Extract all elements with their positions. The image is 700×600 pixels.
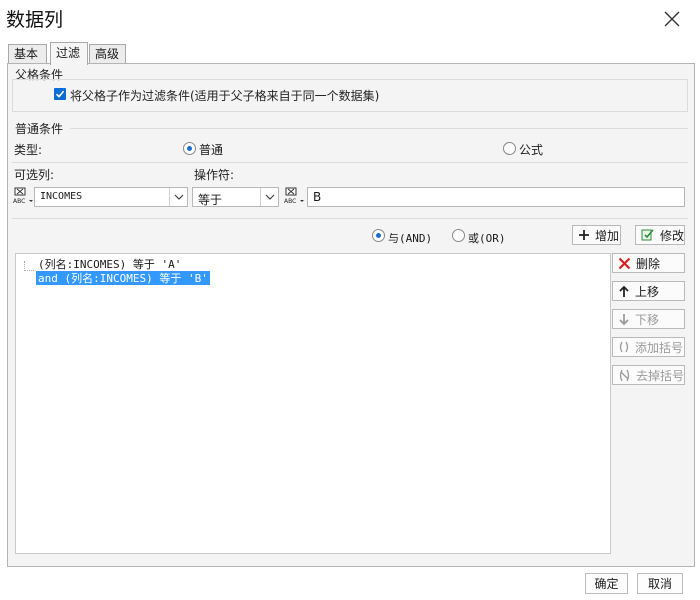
type-radio-normal-label: 普通 (199, 143, 224, 157)
delete-button-label: 删除 (636, 256, 661, 271)
modify-button-label: 修改 (660, 228, 685, 243)
remove-bracket-button[interactable]: 去掉括号 (612, 365, 685, 385)
window-title: 数据列 (6, 9, 64, 31)
plus-icon (579, 230, 589, 240)
type-radio-normal[interactable] (183, 142, 196, 155)
close-icon (664, 11, 680, 27)
type-label: 类型: (14, 143, 43, 157)
add-button[interactable]: 增加 (572, 225, 621, 245)
svg-text:ABC: ABC (13, 198, 25, 205)
operator-select-value: 等于 (198, 193, 223, 207)
normal-condition-heading: 普通条件 (15, 122, 64, 136)
list-item[interactable]: (列名:INCOMES) 等于 'A' (36, 257, 183, 271)
operator-select[interactable]: 等于 (192, 187, 279, 207)
modify-button[interactable]: 修改 (635, 225, 685, 245)
column-select[interactable]: INCOMES (34, 187, 188, 207)
logic-radio-and[interactable] (372, 229, 385, 242)
checkmark-icon (55, 90, 65, 98)
move-up-button[interactable]: 上移 (612, 281, 685, 301)
move-down-button-label: 下移 (635, 312, 660, 327)
chevron-down-icon (260, 188, 278, 206)
title-bar: 数据列 (0, 0, 700, 38)
remove-parentheses-icon (619, 369, 630, 381)
column-type-icon[interactable]: ABC (12, 186, 34, 206)
logic-radio-or-label: 或(OR) (468, 232, 506, 245)
ok-button[interactable]: 确定 (585, 573, 628, 594)
arrow-up-icon (619, 285, 629, 297)
type-divider (12, 162, 688, 163)
add-button-label: 增加 (595, 228, 620, 243)
list-item[interactable]: and (列名:INCOMES) 等于 'B' (36, 271, 210, 285)
svg-text:ABC: ABC (284, 198, 296, 205)
tree-guide (24, 261, 34, 271)
move-down-button[interactable]: 下移 (612, 309, 685, 329)
add-bracket-button-label: 添加括号 (635, 340, 684, 355)
tab-filter[interactable]: 过滤 (50, 42, 88, 65)
delete-x-icon (618, 257, 631, 269)
value-input[interactable]: B (307, 187, 685, 207)
parentheses-icon (619, 341, 629, 353)
parent-filter-checkbox[interactable] (54, 88, 66, 100)
value-divider (12, 218, 688, 219)
operator-label: 操作符: (194, 168, 235, 182)
column-select-value: INCOMES (40, 191, 83, 202)
column-label: 可选列: (14, 168, 55, 182)
condition-list[interactable]: (列名:INCOMES) 等于 'A' and (列名:INCOMES) 等于 … (15, 253, 611, 554)
chevron-down-icon (169, 188, 187, 206)
tab-advanced[interactable]: 高级 (89, 44, 126, 64)
close-button[interactable] (648, 2, 696, 36)
logic-radio-and-label: 与(AND) (388, 232, 433, 245)
parent-filter-checkbox-label: 将父格子作为过滤条件(适用于父子格来自于同一个数据集) (70, 89, 380, 103)
logic-radio-or[interactable] (452, 229, 465, 242)
edit-icon (641, 229, 654, 241)
cancel-button[interactable]: 取消 (637, 573, 683, 594)
add-bracket-button[interactable]: 添加括号 (612, 337, 685, 357)
value-type-icon[interactable]: ABC (283, 186, 305, 206)
type-radio-formula-label: 公式 (519, 143, 544, 157)
tab-basic[interactable]: 基本 (8, 44, 47, 64)
normal-condition-divider (70, 128, 688, 129)
arrow-down-icon (619, 313, 629, 325)
move-up-button-label: 上移 (635, 284, 660, 299)
remove-bracket-button-label: 去掉括号 (636, 368, 685, 383)
type-radio-formula[interactable] (503, 142, 516, 155)
delete-button[interactable]: 删除 (612, 253, 685, 273)
